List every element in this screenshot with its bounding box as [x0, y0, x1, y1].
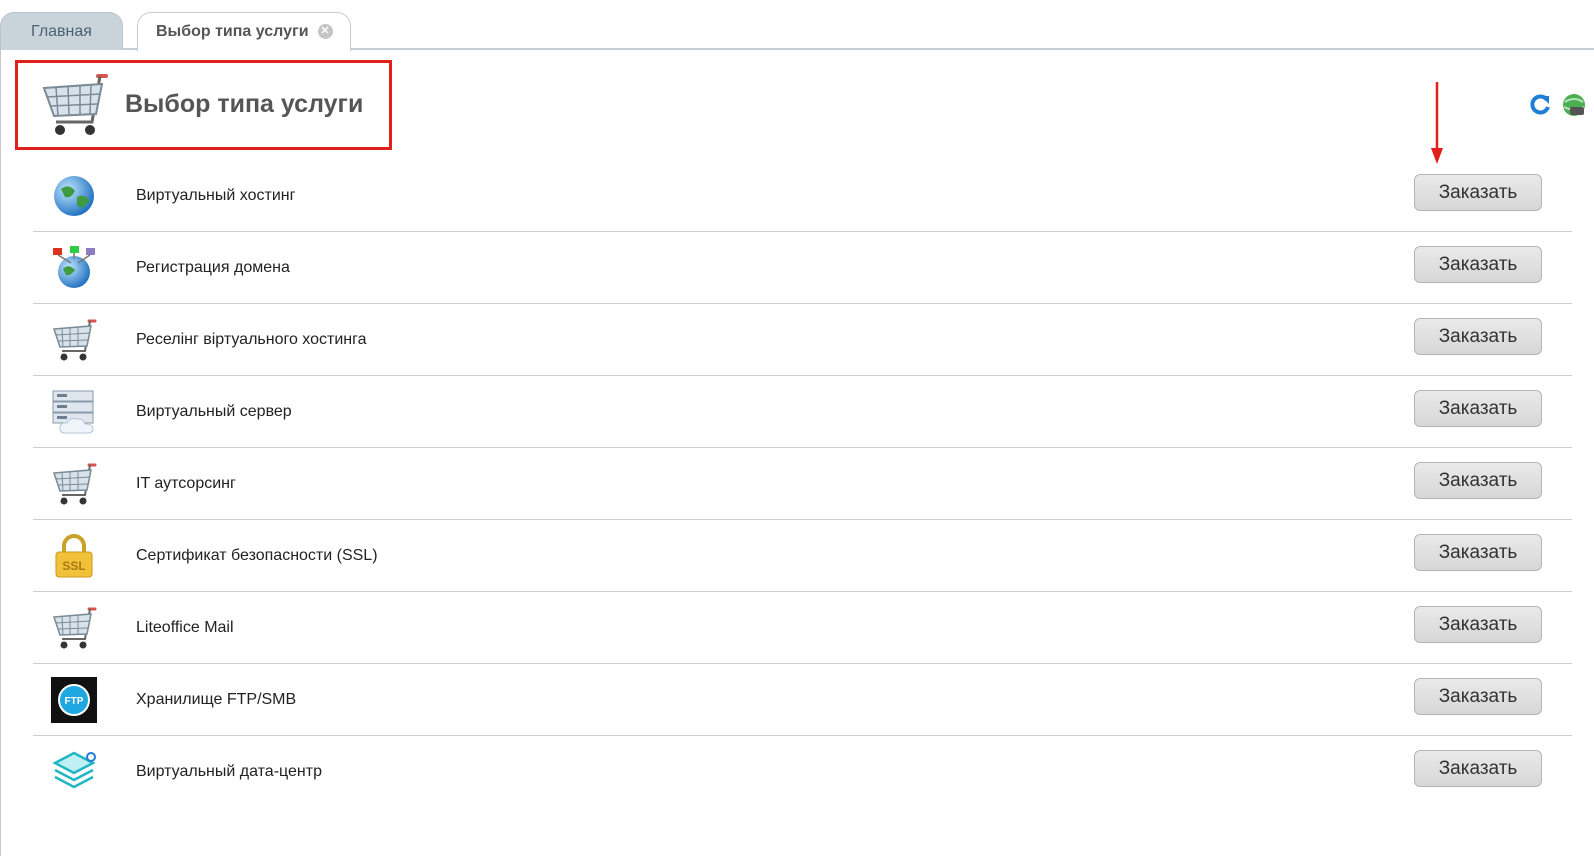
order-button[interactable]: Заказать [1414, 390, 1542, 427]
close-icon[interactable]: ✕ [317, 24, 333, 39]
service-name: Сертификат безопасности (SSL) [136, 547, 378, 564]
service-list: Виртуальный хостинг Заказать Регистрация… [33, 160, 1572, 808]
ftp-cloud-icon: FTP [51, 677, 97, 723]
globe-icon[interactable] [1561, 92, 1587, 118]
domain-globe-icon [53, 246, 95, 288]
service-row: Виртуальный дата-центр Заказать [33, 736, 1572, 808]
page: Главная Выбор типа услуги ✕ Выбор типа у… [0, 0, 1594, 856]
service-row: Виртуальный хостинг Заказать [33, 160, 1572, 232]
shopping-cart-icon [42, 74, 108, 135]
service-name: IT аутсорсинг [136, 475, 236, 492]
service-name: Регистрация домена [136, 259, 290, 276]
order-button[interactable]: Заказать [1414, 750, 1542, 787]
order-button[interactable]: Заказать [1414, 462, 1542, 499]
tab-home-label: Главная [31, 22, 92, 40]
content-border [0, 50, 1, 856]
service-row: Реселінг віртуального хостинга Заказать [33, 304, 1572, 376]
tab-home[interactable]: Главная [0, 12, 123, 50]
service-name: Хранилище FTP/SMB [136, 691, 297, 708]
server-cloud-icon [52, 390, 94, 434]
page-title: Выбор типа услуги [125, 90, 364, 118]
shopping-cart-icon [52, 463, 97, 505]
order-button[interactable]: Заказать [1414, 246, 1542, 283]
order-button[interactable]: Заказать [1414, 534, 1542, 571]
service-row: Регистрация домена Заказать [33, 232, 1572, 304]
order-button[interactable]: Заказать [1414, 318, 1542, 355]
ssl-lock-icon: SSL [55, 534, 93, 578]
service-row: FTP Хранилище FTP/SMB Заказать [33, 664, 1572, 736]
datacenter-layers-icon [52, 751, 96, 789]
shopping-cart-icon [52, 607, 97, 649]
service-row: Виртуальный сервер Заказать [33, 376, 1572, 448]
shopping-cart-icon [52, 319, 97, 361]
tab-service-type-label: Выбор типа услуги [156, 22, 309, 40]
service-row: SSL Сертификат безопасности (SSL) Заказа… [33, 520, 1572, 592]
service-name: Реселінг віртуального хостинга [136, 331, 367, 348]
annotation-arrow [1431, 82, 1443, 164]
order-button[interactable]: Заказать [1414, 678, 1542, 715]
refresh-icon[interactable] [1527, 92, 1553, 118]
service-name: Виртуальный хостинг [136, 187, 296, 204]
svg-text:SSL: SSL [62, 559, 85, 573]
service-row: IT аутсорсинг Заказать [33, 448, 1572, 520]
order-button[interactable]: Заказать [1414, 174, 1542, 211]
order-button[interactable]: Заказать [1414, 606, 1542, 643]
globe-icon [54, 176, 94, 216]
service-row: Liteoffice Mail Заказать [33, 592, 1572, 664]
tab-bar: Главная Выбор типа услуги ✕ [0, 0, 1594, 52]
service-name: Виртуальный сервер [136, 403, 292, 420]
tab-service-type[interactable]: Выбор типа услуги ✕ [137, 12, 351, 52]
svg-text:FTP: FTP [65, 696, 84, 707]
service-name: Виртуальный дата-центр [136, 763, 322, 780]
service-name: Liteoffice Mail [136, 619, 234, 636]
